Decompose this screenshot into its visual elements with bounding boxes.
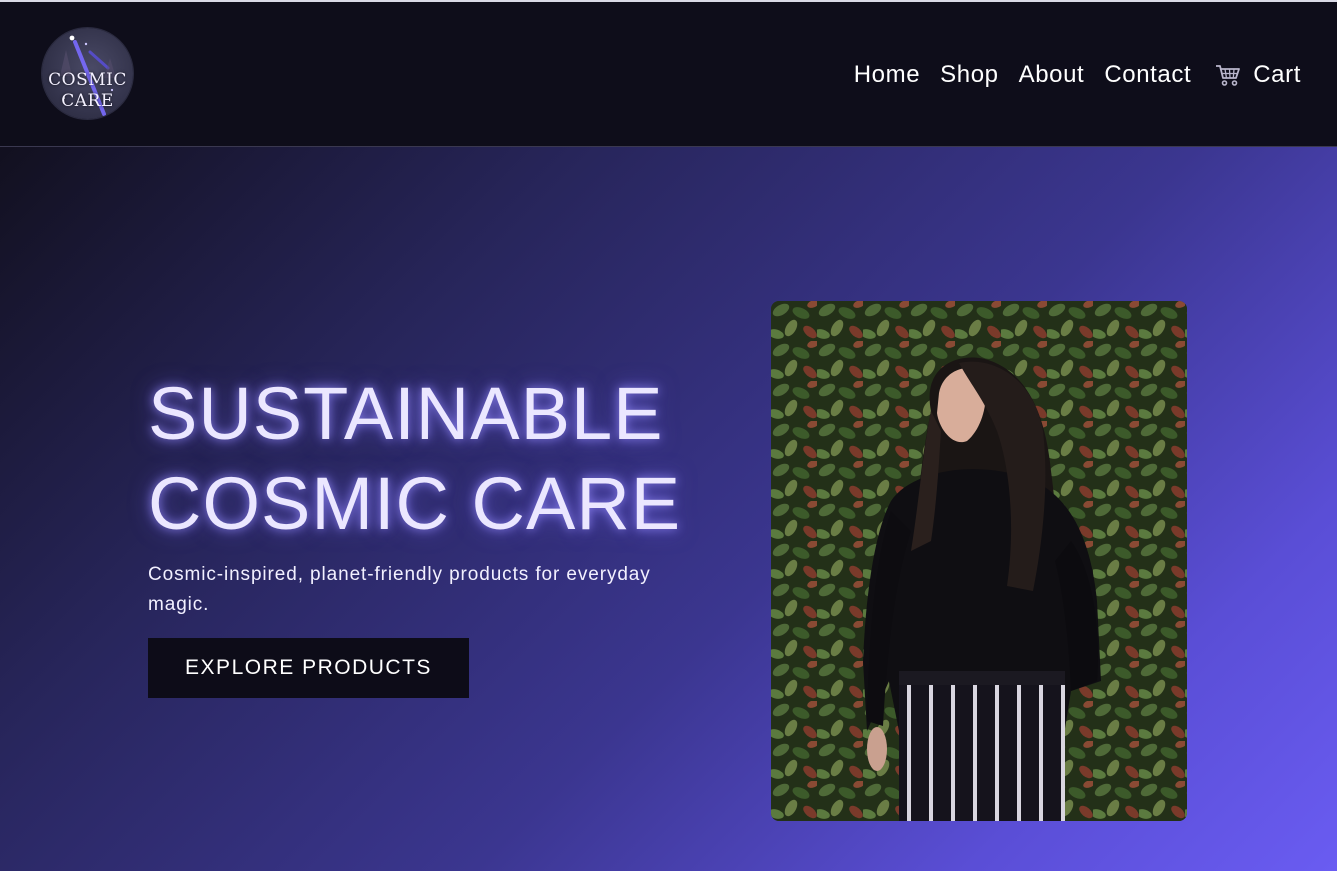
hero-title-line-1: SUSTAINABLE bbox=[148, 372, 664, 455]
shopping-cart-icon bbox=[1215, 63, 1241, 87]
logo[interactable]: COSMIC CARE bbox=[42, 28, 133, 119]
nav-contact-link[interactable]: Contact bbox=[1104, 60, 1191, 90]
nav-about-link[interactable]: About bbox=[1019, 60, 1085, 90]
hero-title-line-2: COSMIC CARE bbox=[148, 462, 682, 545]
hero-subtitle: Cosmic-inspired, planet-friendly product… bbox=[148, 564, 651, 615]
nav-home-link[interactable]: Home bbox=[854, 60, 920, 90]
hero-image bbox=[771, 301, 1187, 821]
woman-photo-illustration bbox=[771, 301, 1187, 821]
explore-products-button[interactable]: EXPLORE PRODUCTS bbox=[148, 638, 469, 698]
hero-title: SUSTAINABLE COSMIC CARE bbox=[148, 369, 748, 549]
hero-section: SUSTAINABLE COSMIC CARE Cosmic-inspired,… bbox=[0, 147, 1337, 871]
nav-cart-link[interactable]: Cart bbox=[1215, 60, 1301, 90]
site-header: COSMIC CARE Home Shop About Contact Cart bbox=[0, 2, 1337, 147]
logo-line-1: COSMIC bbox=[48, 70, 127, 90]
cart-label: Cart bbox=[1253, 61, 1301, 88]
page: COSMIC CARE Home Shop About Contact Cart… bbox=[0, 0, 1337, 871]
main-nav: Home Shop About Contact Cart bbox=[854, 60, 1301, 90]
logo-line-2: CARE bbox=[61, 91, 114, 111]
nav-shop-link[interactable]: Shop bbox=[940, 60, 998, 90]
